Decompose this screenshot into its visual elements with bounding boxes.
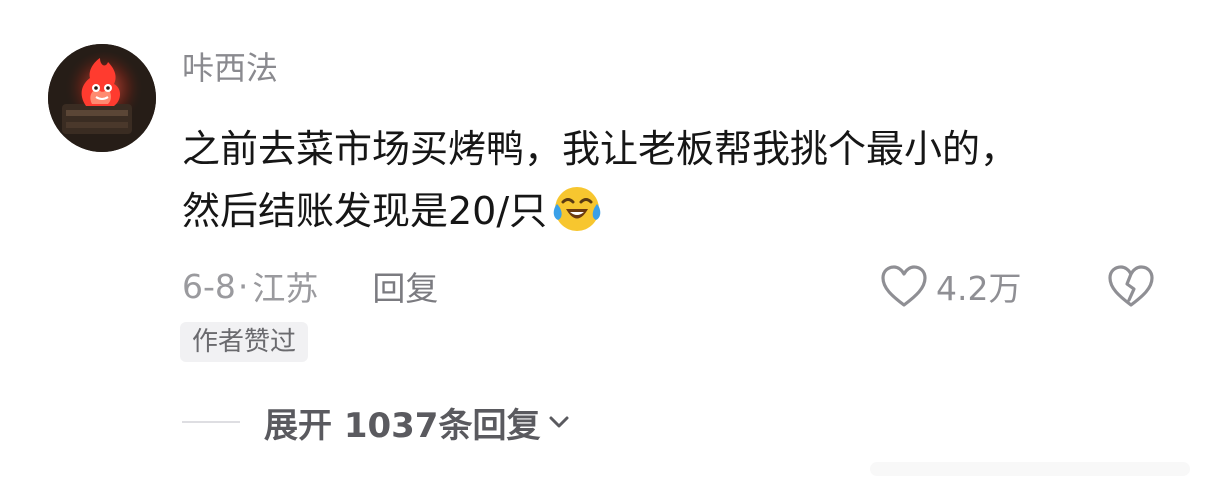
username[interactable]: 咔西法 — [182, 46, 278, 90]
comment-text: 之前去菜市场买烤鸭，我让老板帮我挑个最小的， 然后结账发现是20/只 — [182, 118, 1172, 242]
watermark-icon — [870, 462, 1190, 476]
heart-outline-icon — [881, 265, 927, 307]
dislike-button[interactable] — [1104, 262, 1158, 310]
expand-replies-label: 展开 1037条回复 — [264, 405, 541, 446]
avatar[interactable] — [48, 44, 156, 152]
comment-item: 咔西法 之前去菜市场买烤鸭，我让老板帮我挑个最小的， 然后结账发现是20/只 6… — [0, 0, 1206, 494]
expand-replies-button[interactable]: 展开 1037条回复 — [264, 398, 572, 447]
comment-text-line: 然后结账发现是20/只 — [182, 180, 1172, 242]
fire-demon-avatar-icon — [48, 44, 156, 152]
comment-date: 6-8 — [182, 266, 236, 306]
divider — [182, 421, 240, 423]
comment-text-line: 之前去菜市场买烤鸭，我让老板帮我挑个最小的， — [182, 127, 1019, 171]
comment-location: 江苏 — [252, 269, 319, 308]
crying-laughing-emoji-icon — [553, 187, 601, 231]
chevron-down-icon — [549, 416, 569, 428]
reply-button[interactable]: 回复 — [372, 262, 438, 310]
author-liked-badge: 作者赞过 — [180, 322, 309, 362]
comment-meta: 6-8 · 江苏 回复 — [182, 262, 438, 310]
like-count: 4.2万 — [936, 269, 1022, 308]
meta-separator: · — [237, 266, 249, 306]
like-button[interactable]: 4.2万 — [878, 262, 1021, 310]
comment-text-content: 然后结账发现是20/只 — [182, 189, 548, 233]
broken-heart-icon — [1108, 265, 1154, 307]
expand-replies-row: 展开 1037条回复 — [182, 396, 572, 448]
